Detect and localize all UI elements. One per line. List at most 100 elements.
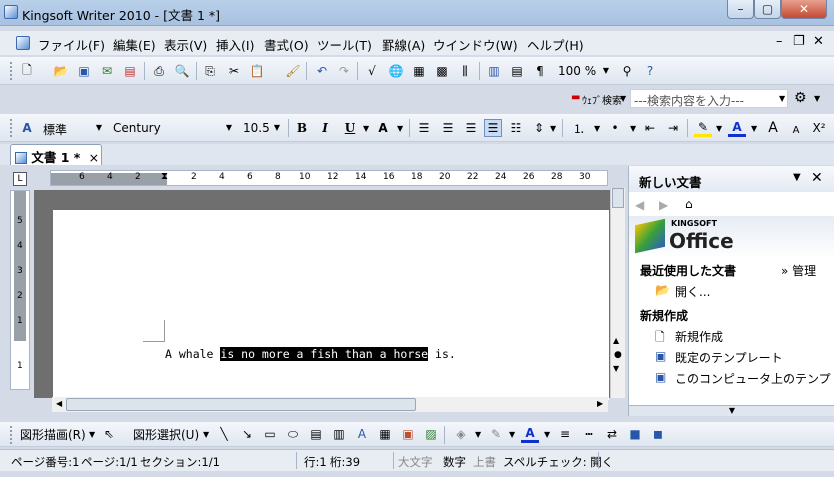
document-icon[interactable] [16, 36, 30, 50]
print-preview-icon[interactable]: 🔍 [173, 62, 191, 80]
new-document-link[interactable]: 新規作成 [675, 328, 723, 345]
menu-view[interactable]: 表示(V) [164, 35, 207, 54]
zoom-select[interactable]: 100 % ▼ [553, 61, 613, 80]
shrink-font-button[interactable]: A [787, 121, 805, 139]
menu-file[interactable]: ファイル(F) [38, 35, 105, 54]
home-icon[interactable]: ⌂ [685, 197, 693, 211]
menu-tools[interactable]: ツール(T) [317, 35, 372, 54]
horizontal-scrollbar[interactable]: ◀ ▶ [52, 397, 608, 412]
toolbar-grip[interactable] [10, 119, 13, 137]
3d-icon[interactable]: ◼ [649, 425, 667, 443]
mdi-minimize-button[interactable]: – [776, 34, 783, 49]
undo-icon[interactable]: ↶ [313, 62, 331, 80]
minimize-button[interactable]: – [727, 0, 754, 19]
vertical-ruler[interactable]: 5 4 3 2 1 1 [10, 190, 30, 390]
save-icon[interactable]: ▣ [75, 62, 93, 80]
computer-template-link[interactable]: このコンピュータ上のテンプレート... [675, 370, 831, 387]
ellipse-icon[interactable]: ⬭ [284, 425, 302, 443]
line-icon[interactable]: ╲ [215, 425, 233, 443]
menu-table[interactable]: 罫線(A) [382, 35, 425, 54]
decrease-indent-icon[interactable]: ⇤ [641, 119, 659, 137]
menu-window[interactable]: ウインドウ(W) [433, 35, 518, 54]
cut-icon[interactable]: ✂ [225, 62, 243, 80]
paste-icon[interactable]: 📋 [248, 62, 266, 80]
new-document-icon[interactable]: 🗋 [18, 62, 36, 80]
arrow-style-icon[interactable]: ⇄ [603, 425, 621, 443]
chevron-down-icon[interactable]: ▼ [203, 430, 209, 439]
draw-menu[interactable]: 図形描画(R) [20, 426, 86, 443]
status-spellcheck[interactable]: スペルチェック: 開く [503, 454, 613, 470]
highlight-icon[interactable]: ✎ [694, 119, 712, 137]
distribute-icon[interactable]: ☷ [507, 119, 525, 137]
line-spacing-icon[interactable]: ⇕ [530, 119, 548, 137]
menu-help[interactable]: ヘルプ(H) [527, 35, 584, 54]
search-input[interactable]: ---検索内容を入力--- [630, 89, 788, 108]
chevron-down-icon[interactable]: ▼ [716, 124, 722, 133]
columns-icon[interactable]: ⫼ [456, 62, 474, 80]
underline-button[interactable]: U [341, 119, 359, 137]
horizontal-ruler[interactable]: 6 4 2 2 4 6 8 10 12 14 16 18 20 22 24 26… [50, 170, 608, 186]
italic-button[interactable]: I [316, 119, 334, 137]
menu-format[interactable]: 書式(O) [264, 35, 309, 54]
chevron-down-icon[interactable]: ▼ [509, 430, 515, 439]
char-border-icon[interactable]: A [374, 119, 392, 137]
mdi-restore-button[interactable]: ❐ [793, 34, 805, 49]
increase-indent-icon[interactable]: ⇥ [664, 119, 682, 137]
forward-icon[interactable]: ▶ [659, 198, 668, 212]
status-overwrite[interactable]: 上書 [473, 454, 496, 470]
chevron-down-icon[interactable]: ▼ [779, 94, 785, 103]
chevron-down-icon[interactable]: ▼ [274, 123, 280, 132]
chevron-down-icon[interactable]: ▼ [793, 172, 801, 183]
clipart-icon[interactable]: ▣ [399, 425, 417, 443]
textbox-icon[interactable]: ▤ [307, 425, 325, 443]
scroll-thumb[interactable] [66, 398, 416, 411]
hyperlink-icon[interactable]: 🌐 [387, 62, 405, 80]
chevron-down-icon[interactable]: ▼ [544, 430, 550, 439]
toolbar-grip[interactable] [10, 426, 13, 444]
indent-marker[interactable]: ⧗ [161, 171, 168, 182]
excel-table-icon[interactable]: ▩ [433, 62, 451, 80]
font-select[interactable]: Century ▼ [108, 118, 236, 137]
scroll-thumb[interactable] [612, 188, 624, 208]
wordart-icon[interactable]: A [353, 425, 371, 443]
menu-edit[interactable]: 編集(E) [113, 35, 156, 54]
table-icon[interactable]: ▦ [410, 62, 428, 80]
open-link[interactable]: 開く... [675, 283, 710, 300]
font-color-icon[interactable]: A [728, 119, 746, 137]
app-icon[interactable] [4, 5, 18, 19]
manage-link[interactable]: » 管理 [781, 262, 816, 279]
diagram-icon[interactable]: ▦ [376, 425, 394, 443]
selected-text[interactable]: is no more a fish than a horse [220, 347, 429, 361]
preview-icon[interactable]: ▤ [508, 62, 526, 80]
pointer-icon[interactable]: ⇖ [100, 425, 118, 443]
scroll-down-icon[interactable]: ▼ [613, 364, 619, 373]
vertical-scrollbar[interactable]: ▲ ● ▼ [610, 188, 625, 398]
close-icon[interactable]: ✕ [811, 170, 823, 186]
justify-icon[interactable]: ☰ [484, 119, 502, 137]
print-icon[interactable]: ⎙ [150, 62, 168, 80]
document-map-icon[interactable]: ▥ [485, 62, 503, 80]
align-left-icon[interactable]: ☰ [415, 119, 433, 137]
task-pane-scroll-down[interactable]: ▼ [629, 405, 834, 416]
close-button[interactable]: ✕ [781, 0, 827, 19]
bullets-icon[interactable]: • [606, 119, 624, 137]
menu-insert[interactable]: 挿入(I) [216, 35, 254, 54]
formula-icon[interactable]: √ [363, 62, 381, 80]
chevron-down-icon[interactable]: ▼ [226, 123, 232, 132]
back-icon[interactable]: ◀ [635, 198, 644, 212]
vertical-textbox-icon[interactable]: ▥ [330, 425, 348, 443]
tab-document[interactable]: 文書 1 * × [10, 144, 102, 165]
help-icon[interactable]: ? [641, 62, 659, 80]
web-search-label[interactable]: ｳｪﾌﾞ検索 [582, 92, 622, 107]
style-select[interactable]: 標準 ▼ [38, 118, 106, 137]
align-right-icon[interactable]: ☰ [462, 119, 480, 137]
arrow-icon[interactable]: ↘ [238, 425, 256, 443]
mail-icon[interactable]: ✉ [98, 62, 116, 80]
copy-icon[interactable]: ⎘ [201, 62, 219, 80]
line-style-icon[interactable]: ≡ [556, 425, 574, 443]
search-go-icon[interactable]: ⚙ [794, 90, 807, 106]
line-color-icon[interactable]: ✎ [487, 425, 505, 443]
open-folder-icon[interactable]: 📂 [52, 62, 70, 80]
chevron-down-icon[interactable]: ▼ [814, 94, 820, 103]
format-painter-icon[interactable]: 🖌 [284, 62, 302, 80]
